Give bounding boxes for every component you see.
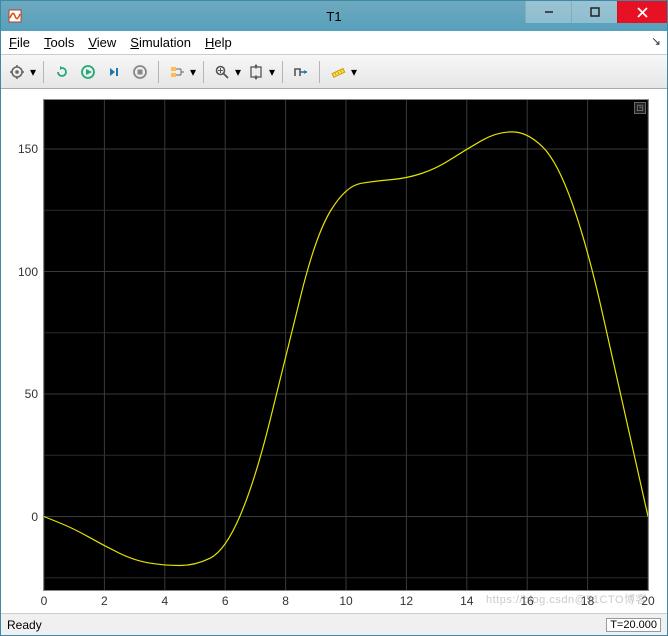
x-tick-label: 4 <box>161 590 168 608</box>
restart-button[interactable] <box>50 60 74 84</box>
separator <box>282 61 283 83</box>
menu-file[interactable]: File <box>9 35 30 50</box>
autoscale-dropdown[interactable]: ▾ <box>268 65 276 79</box>
triggers-button[interactable] <box>289 60 313 84</box>
autoscale-button[interactable] <box>244 60 268 84</box>
watermark: https://blog.csdn@51CTO博客 <box>486 591 647 607</box>
app-icon <box>7 8 23 24</box>
window-buttons <box>525 1 667 31</box>
x-tick-label: 14 <box>460 590 473 608</box>
sim-time: T=20.000 <box>606 618 661 632</box>
x-tick-label: 0 <box>41 590 48 608</box>
separator <box>43 61 44 83</box>
x-tick-label: 20 <box>641 590 654 608</box>
settings-button[interactable] <box>5 60 29 84</box>
x-tick-label: 12 <box>400 590 413 608</box>
y-tick-label: 150 <box>18 142 44 156</box>
zoom-dropdown[interactable]: ▾ <box>234 65 242 79</box>
stop-button[interactable] <box>128 60 152 84</box>
separator <box>203 61 204 83</box>
x-tick-label: 6 <box>222 590 229 608</box>
measurements-dropdown[interactable]: ▾ <box>350 65 358 79</box>
minimize-button[interactable] <box>525 1 571 23</box>
maximize-button[interactable] <box>571 1 617 23</box>
separator <box>319 61 320 83</box>
menu-view[interactable]: View <box>88 35 116 50</box>
help-corner-icon[interactable]: ↘ <box>651 34 661 48</box>
signal-dropdown[interactable]: ▾ <box>189 65 197 79</box>
x-tick-label: 8 <box>282 590 289 608</box>
app-window: T1 File Tools View Simulation Help ↘ ▾ ▾… <box>0 0 668 636</box>
y-tick-label: 100 <box>18 265 44 279</box>
x-tick-label: 10 <box>339 590 352 608</box>
menubar: File Tools View Simulation Help ↘ <box>1 31 667 55</box>
toolbar: ▾ ▾ ▾ ▾ ▾ <box>1 55 667 89</box>
plot-area: ◳ 05010015002468101214161820 https://blo… <box>1 89 667 613</box>
x-tick-label: 16 <box>521 590 534 608</box>
statusbar: Ready T=20.000 <box>1 613 667 635</box>
step-forward-button[interactable] <box>102 60 126 84</box>
x-tick-label: 2 <box>101 590 108 608</box>
separator <box>158 61 159 83</box>
zoom-button[interactable] <box>210 60 234 84</box>
signal-selector-button[interactable] <box>165 60 189 84</box>
expand-axes-icon[interactable]: ◳ <box>634 102 646 114</box>
measurements-button[interactable] <box>326 60 350 84</box>
titlebar: T1 <box>1 1 667 31</box>
menu-tools[interactable]: Tools <box>44 35 74 50</box>
y-tick-label: 0 <box>31 510 44 524</box>
menu-simulation[interactable]: Simulation <box>130 35 191 50</box>
run-button[interactable] <box>76 60 100 84</box>
scope-axes[interactable]: ◳ 05010015002468101214161820 <box>43 99 649 591</box>
x-tick-label: 18 <box>581 590 594 608</box>
plot-canvas <box>44 100 648 590</box>
menu-help[interactable]: Help <box>205 35 232 50</box>
y-tick-label: 50 <box>25 387 44 401</box>
settings-dropdown[interactable]: ▾ <box>29 65 37 79</box>
status-text: Ready <box>7 618 42 632</box>
close-button[interactable] <box>617 1 667 23</box>
